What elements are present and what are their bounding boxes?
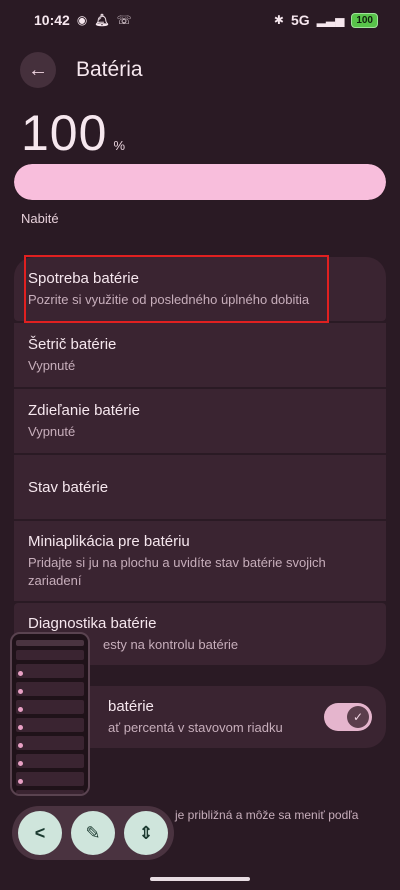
battery-indicator: 100 (351, 12, 378, 28)
edit-button[interactable]: ✎ (71, 811, 115, 855)
thumbnail-dot (18, 689, 23, 694)
thumbnail-line (16, 790, 84, 794)
back-button[interactable]: ← (20, 52, 56, 88)
battery-level-fill (14, 164, 386, 200)
list-item-battery-health[interactable]: Stav batérie (14, 455, 386, 519)
battery-percent-value: 100 (21, 105, 108, 161)
thumbnail-line (16, 640, 84, 646)
thumbnail-dot (18, 779, 23, 784)
list-item-battery-usage[interactable]: Spotreba batérie Pozrite si využitie od … (14, 257, 386, 321)
charging-state: Nabité (21, 211, 59, 226)
list-item-subtitle: Pozrite si využitie od posledného úplnéh… (28, 291, 310, 307)
status-bar: 10:42 ◉ 🔔︎ ☏ ✱ 5G ▂▃▅ 100 (0, 0, 400, 40)
list-item-title: Zdieľanie batérie (28, 401, 140, 419)
app-header: ← Batéria (20, 50, 143, 90)
list-item-title: Šetrič batérie (28, 335, 117, 353)
battery-percentage-toggle[interactable]: ✓ (324, 703, 372, 731)
list-item-title: Stav batérie (28, 478, 109, 496)
thumbnail-line (16, 754, 84, 768)
thumbnail-dot (18, 707, 23, 712)
share-icon: < (34, 822, 46, 843)
viber-icon: ☏ (116, 13, 132, 27)
check-icon: ✓ (347, 706, 369, 728)
footer-note: je približná a môže sa meniť podľa (175, 808, 359, 822)
thumbnail-line (16, 664, 84, 678)
list-item-title: Miniaplikácia pre batériu (28, 532, 190, 550)
expand-icon: ⇕ (138, 822, 154, 843)
list-item-battery-saver[interactable]: Šetrič batérie Vypnuté (14, 323, 386, 387)
screenshot-preview[interactable] (10, 632, 90, 796)
battery-level: 100 % (21, 104, 125, 162)
bluetooth-icon: ✱ (273, 13, 284, 27)
screenshot-actions: < ✎ ⇕ (12, 806, 174, 860)
thumbnail-line (16, 650, 84, 660)
list-item-battery-widget[interactable]: Miniaplikácia pre batériu Pridajte si ju… (14, 521, 386, 601)
list-item-title: Diagnostika batérie (28, 614, 157, 632)
toggle-subtitle: ať percentá v stavovom riadku (108, 719, 283, 735)
pencil-icon: ✎ (85, 822, 101, 843)
status-left: 10:42 ◉ 🔔︎ ☏ (34, 12, 132, 28)
thumbnail-line (16, 772, 84, 786)
thumbnail-dot (18, 725, 23, 730)
expand-button[interactable]: ⇕ (124, 811, 168, 855)
battery-percent-unit: % (113, 138, 125, 153)
thumbnail-line (16, 700, 84, 714)
page-title: Batéria (76, 58, 143, 81)
list-item-subtitle: Pridajte si ju na plochu a uvidíte stav … (28, 554, 326, 588)
list-item-subtitle: Vypnuté (28, 357, 76, 373)
thumbnail-line (16, 718, 84, 732)
thumbnail-line (16, 736, 84, 750)
toggle-title: batérie (108, 697, 154, 715)
list-item-subtitle: Vypnuté (28, 423, 76, 439)
network-type: 5G (290, 12, 310, 28)
signal-icon: ▂▃▅ (316, 13, 345, 27)
bell-icon: 🔔︎ (94, 13, 110, 27)
navigation-handle[interactable] (150, 877, 250, 881)
list-item-title: Spotreba batérie (28, 269, 139, 287)
status-right: ✱ 5G ▂▃▅ 100 (274, 12, 378, 28)
clock: 10:42 (34, 12, 70, 28)
thumbnail-line (16, 682, 84, 696)
share-button[interactable]: < (18, 811, 62, 855)
list-item-battery-share[interactable]: Zdieľanie batérie Vypnuté (14, 389, 386, 453)
arrow-left-icon: ← (28, 58, 48, 81)
thumbnail-dot (18, 671, 23, 676)
messenger-icon: ◉ (76, 13, 88, 27)
battery-level-bar (14, 164, 386, 200)
battery-settings-list: Spotreba batérie Pozrite si využitie od … (14, 257, 386, 667)
thumbnail-dot (18, 743, 23, 748)
thumbnail-dot (18, 761, 23, 766)
